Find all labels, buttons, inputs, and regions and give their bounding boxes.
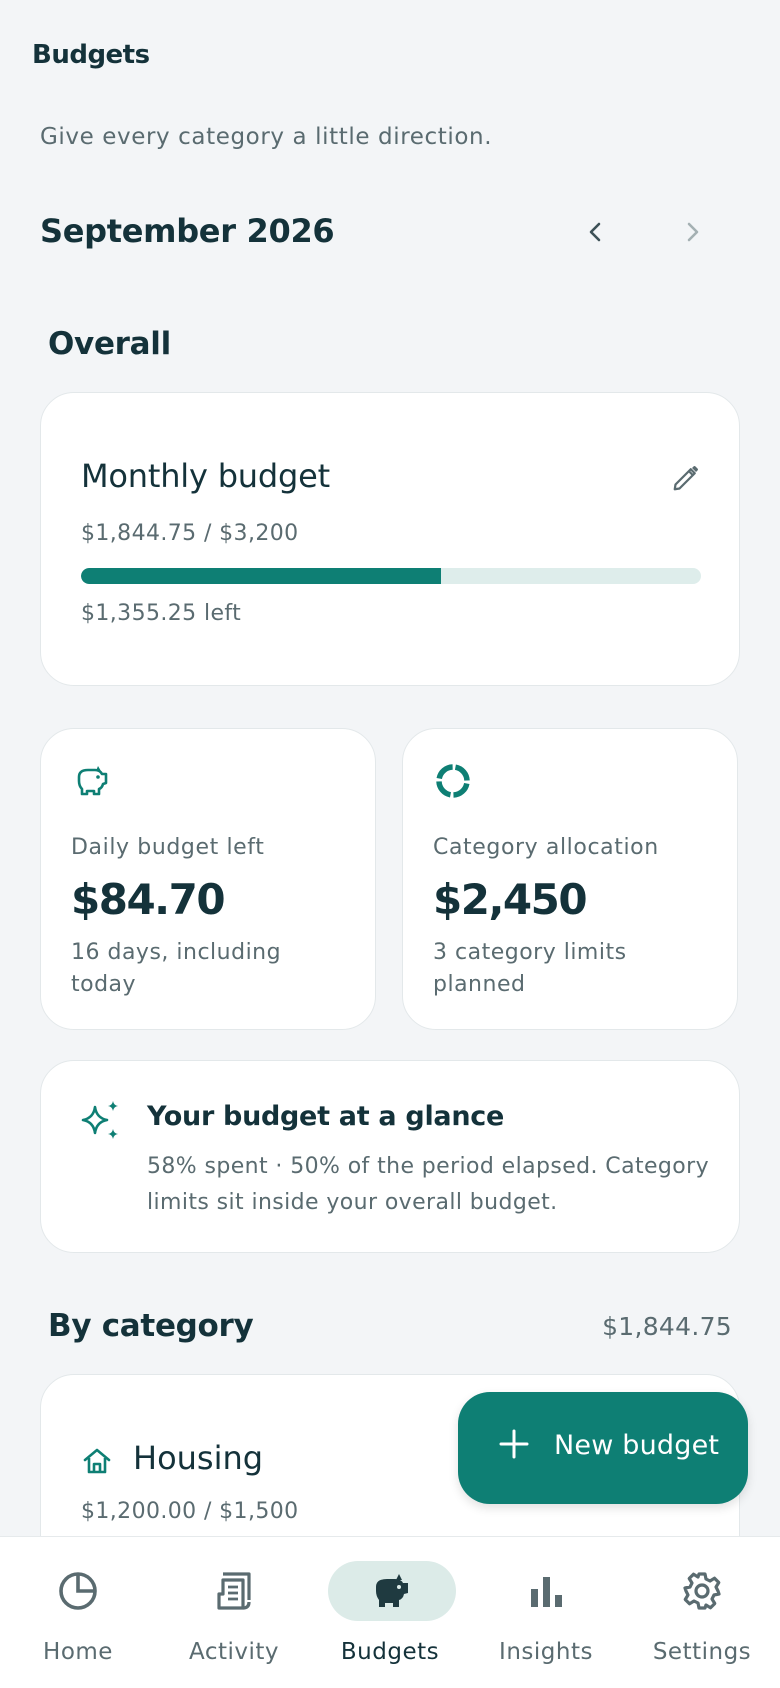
nav-icon-container bbox=[652, 1561, 752, 1621]
category-allocation-value: $2,450 bbox=[433, 875, 588, 924]
bottom-navigation: Home Activity Budgets Insights Settings bbox=[0, 1536, 780, 1688]
nav-label-home: Home bbox=[43, 1639, 113, 1665]
pie-chart-icon bbox=[59, 1572, 97, 1610]
new-budget-button[interactable]: New budget bbox=[458, 1392, 748, 1504]
plus-icon bbox=[499, 1429, 529, 1459]
period-selector: September 2026 bbox=[40, 208, 720, 258]
daily-budget-label: Daily budget left bbox=[71, 835, 265, 860]
donut-chart-icon bbox=[433, 761, 473, 801]
monthly-budget-progress-fill bbox=[81, 568, 441, 584]
glance-title: Your budget at a glance bbox=[147, 1101, 504, 1132]
bar-chart-icon bbox=[531, 1577, 562, 1607]
nav-label-budgets: Budgets bbox=[340, 1639, 440, 1665]
category-name: Housing bbox=[133, 1439, 264, 1477]
overall-section-title: Overall bbox=[48, 326, 171, 362]
budgets-screen: Budgets Give every category a little dir… bbox=[0, 0, 780, 1688]
monthly-budget-left: $1,355.25 left bbox=[81, 601, 242, 626]
daily-budget-card[interactable]: Daily budget left $84.70 16 days, includ… bbox=[40, 728, 376, 1030]
by-category-total: $1,844.75 bbox=[602, 1312, 732, 1341]
by-category-header: By category $1,844.75 bbox=[48, 1308, 732, 1352]
nav-item-settings[interactable]: Settings bbox=[624, 1537, 780, 1688]
monthly-budget-title: Monthly budget bbox=[81, 457, 330, 495]
monthly-budget-amount: $1,844.75 / $3,200 bbox=[81, 521, 299, 546]
nav-item-insights[interactable]: Insights bbox=[468, 1537, 624, 1688]
budget-glance-card: Your budget at a glance 58% spent · 50% … bbox=[40, 1060, 740, 1253]
sparkles-icon bbox=[77, 1099, 123, 1145]
category-amount: $1,200.00 / $1,500 bbox=[81, 1499, 299, 1524]
nav-icon-container bbox=[328, 1561, 456, 1621]
period-label: September 2026 bbox=[40, 212, 335, 250]
gear-icon bbox=[683, 1572, 721, 1610]
app-title: Budgets bbox=[32, 40, 150, 70]
monthly-budget-card[interactable]: Monthly budget $1,844.75 / $3,200 $1,355… bbox=[40, 392, 740, 686]
category-allocation-sub: 3 category limits planned bbox=[433, 940, 627, 997]
nav-item-home[interactable]: Home bbox=[0, 1537, 156, 1688]
nav-item-activity[interactable]: Activity bbox=[156, 1537, 312, 1688]
piggy-bank-icon bbox=[71, 761, 111, 801]
glance-body: 58% spent · 50% of the period elapsed. C… bbox=[147, 1154, 709, 1215]
nav-icon-container bbox=[184, 1561, 284, 1621]
nav-icon-container bbox=[28, 1561, 128, 1621]
chevron-left-icon bbox=[589, 222, 601, 242]
receipt-icon bbox=[217, 1572, 251, 1610]
home-icon bbox=[81, 1445, 113, 1477]
previous-month-button[interactable] bbox=[576, 212, 616, 252]
daily-budget-value: $84.70 bbox=[71, 875, 226, 924]
nav-label-insights: Insights bbox=[499, 1639, 593, 1665]
by-category-title: By category bbox=[48, 1308, 254, 1344]
page-subtitle: Give every category a little direction. bbox=[40, 124, 493, 150]
piggy-bank-icon bbox=[376, 1574, 408, 1607]
nav-label-activity: Activity bbox=[188, 1639, 279, 1665]
nav-icon-container bbox=[496, 1561, 596, 1621]
chevron-right-icon bbox=[687, 222, 699, 242]
new-budget-label: New budget bbox=[554, 1430, 720, 1461]
pencil-icon bbox=[673, 466, 698, 491]
nav-label-settings: Settings bbox=[652, 1639, 752, 1665]
next-month-button[interactable] bbox=[672, 212, 712, 252]
nav-item-budgets[interactable]: Budgets bbox=[312, 1537, 468, 1688]
monthly-budget-progress bbox=[81, 568, 701, 584]
category-allocation-card[interactable]: Category allocation $2,450 3 category li… bbox=[402, 728, 738, 1030]
daily-budget-sub: 16 days, including today bbox=[71, 940, 282, 997]
edit-budget-button[interactable] bbox=[671, 463, 701, 493]
category-allocation-label: Category allocation bbox=[433, 835, 659, 860]
